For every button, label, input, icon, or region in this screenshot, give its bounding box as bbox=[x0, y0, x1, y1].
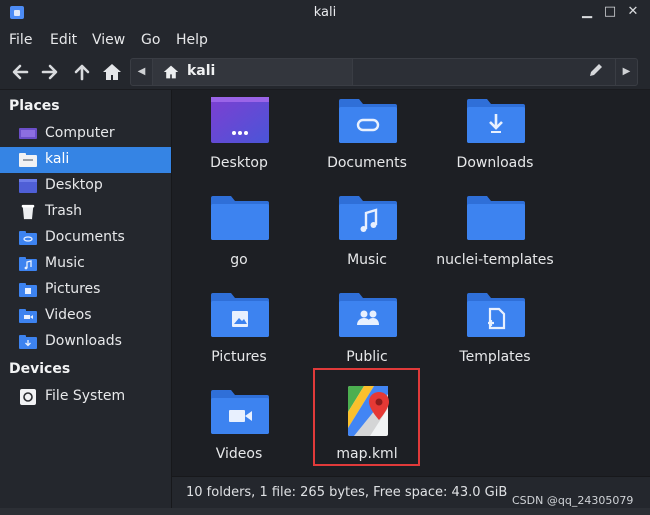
devices-heading: Devices bbox=[9, 361, 71, 377]
file-item-nuclei-templates[interactable]: nuclei-templates bbox=[430, 188, 560, 284]
path-scroll-left-icon[interactable]: ◀ bbox=[131, 59, 153, 85]
sidebar-item-kali[interactable]: kali bbox=[0, 147, 171, 173]
sidebar-item-desktop[interactable]: Desktop bbox=[0, 173, 171, 199]
close-icon[interactable]: ✕ bbox=[626, 5, 640, 19]
desktop-icon bbox=[19, 179, 37, 193]
watermark: CSDN @qq_24305079 bbox=[512, 494, 634, 507]
menu-go[interactable]: Go bbox=[141, 32, 160, 48]
places-heading: Places bbox=[9, 98, 60, 114]
maximize-icon[interactable]: □ bbox=[603, 5, 617, 19]
pictures-folder-icon bbox=[19, 283, 37, 297]
pictures-folder-icon bbox=[211, 293, 269, 337]
status-text: 10 folders, 1 file: 265 bytes, Free spac… bbox=[186, 485, 508, 500]
file-item-desktop[interactable]: Desktop bbox=[174, 91, 304, 187]
documents-folder-icon bbox=[19, 231, 37, 245]
trash-icon bbox=[21, 204, 35, 220]
computer-icon bbox=[19, 128, 37, 139]
breadcrumb-label: kali bbox=[187, 63, 216, 79]
bottom-edge bbox=[0, 508, 650, 515]
documents-folder-icon bbox=[339, 99, 397, 143]
videos-folder-icon bbox=[19, 309, 37, 323]
menu-help[interactable]: Help bbox=[176, 32, 208, 48]
sidebar-item-file-system[interactable]: File System bbox=[0, 384, 171, 410]
up-arrow-icon[interactable] bbox=[72, 62, 92, 82]
downloads-folder-icon bbox=[19, 335, 37, 349]
drive-icon bbox=[20, 389, 36, 405]
menu-bar: File Edit View Go Help bbox=[0, 26, 650, 54]
file-item-documents[interactable]: Documents bbox=[302, 91, 432, 187]
desktop-folder-icon bbox=[211, 97, 269, 143]
music-folder-icon bbox=[339, 196, 397, 240]
path-scroll-right-icon[interactable]: ▶ bbox=[615, 59, 637, 85]
sidebar-item-pictures[interactable]: Pictures bbox=[0, 277, 171, 303]
edit-location-icon[interactable] bbox=[586, 62, 606, 82]
file-item-pictures[interactable]: Pictures bbox=[174, 285, 304, 381]
downloads-folder-icon bbox=[467, 99, 525, 143]
folder-icon bbox=[467, 196, 525, 240]
file-item-go[interactable]: go bbox=[174, 188, 304, 284]
sidebar-item-trash[interactable]: Trash bbox=[0, 199, 171, 225]
back-arrow-icon[interactable] bbox=[10, 62, 30, 82]
title-bar: kali ▁ □ ✕ bbox=[0, 0, 650, 26]
file-item-public[interactable]: Public bbox=[302, 285, 432, 381]
selection-highlight-box bbox=[313, 368, 420, 466]
file-item-music[interactable]: Music bbox=[302, 188, 432, 284]
videos-folder-icon bbox=[211, 390, 269, 434]
public-folder-icon bbox=[339, 293, 397, 337]
folder-icon bbox=[211, 196, 269, 240]
menu-file[interactable]: File bbox=[9, 32, 32, 48]
forward-arrow-icon[interactable] bbox=[40, 62, 60, 82]
menu-edit[interactable]: Edit bbox=[50, 32, 77, 48]
file-item-templates[interactable]: Templates bbox=[430, 285, 560, 381]
home-folder-icon bbox=[19, 153, 37, 167]
sidebar-item-music[interactable]: Music bbox=[0, 251, 171, 277]
sidebar-item-computer[interactable]: Computer bbox=[0, 121, 171, 147]
menu-view[interactable]: View bbox=[92, 32, 125, 48]
home-icon[interactable] bbox=[102, 62, 122, 82]
music-folder-icon bbox=[19, 257, 37, 271]
templates-folder-icon bbox=[467, 293, 525, 337]
minimize-icon[interactable]: ▁ bbox=[580, 5, 594, 19]
sidebar: Places Computer kali Desktop Trash Docum… bbox=[0, 90, 172, 508]
file-view: Desktop Documents Downloads go Music nuc… bbox=[172, 90, 650, 476]
sidebar-item-downloads[interactable]: Downloads bbox=[0, 329, 171, 355]
window-title: kali bbox=[313, 5, 337, 20]
breadcrumb-kali[interactable]: kali bbox=[153, 59, 353, 85]
location-bar[interactable]: ◀ kali ▶ bbox=[130, 58, 638, 86]
sidebar-item-videos[interactable]: Videos bbox=[0, 303, 171, 329]
home-icon bbox=[163, 65, 179, 79]
file-item-videos[interactable]: Videos bbox=[174, 382, 304, 478]
file-item-downloads[interactable]: Downloads bbox=[430, 91, 560, 187]
sidebar-item-documents[interactable]: Documents bbox=[0, 225, 171, 251]
toolbar: ◀ kali ▶ bbox=[0, 54, 650, 90]
